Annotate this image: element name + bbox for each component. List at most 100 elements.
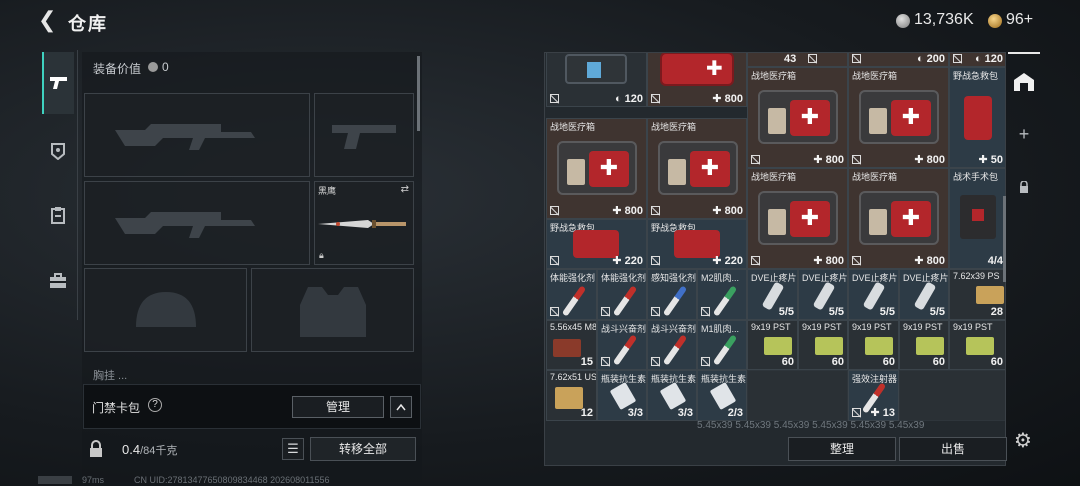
item-cell[interactable]: ◐ 120: [949, 53, 1005, 67]
item-cell[interactable]: 战地医疗箱 ✚ ✚ 800: [848, 67, 949, 168]
item-cell[interactable]: 9x19 PST 60: [798, 320, 848, 370]
knife-slot[interactable]: 黑鹰 ⇄ 🔒︎: [314, 181, 414, 265]
manage-button[interactable]: 管理: [292, 396, 384, 418]
next-row-labels: 5.45x39 5.45x39 5.45x39 5.45x39 5.45x39 …: [697, 420, 925, 431]
item-cell[interactable]: DVE止疼片 5/5: [747, 269, 798, 320]
currency-gold[interactable]: 96+: [1006, 11, 1033, 29]
no-insure-icon: [953, 54, 962, 63]
item-cell[interactable]: 体能强化剂: [546, 269, 597, 320]
item-cell[interactable]: 9x19 PST 60: [899, 320, 949, 370]
item-cell[interactable]: 战地医疗箱 ✚ ✚ 800: [546, 118, 647, 219]
medkit-window: [768, 108, 786, 134]
item-cell[interactable]: 瓶装抗生素 3/3: [597, 370, 647, 421]
item-count: 5/5: [879, 306, 895, 318]
no-insure-icon: [701, 357, 710, 366]
cross-icon: ✚: [700, 155, 720, 180]
item-cell[interactable]: 9x19 PST 60: [848, 320, 899, 370]
add-tab-icon[interactable]: +: [1008, 124, 1040, 145]
primary-weapon-slot[interactable]: [84, 93, 310, 177]
item-count: 15: [580, 356, 593, 368]
item-cell[interactable]: 7.62x39 PS 28: [949, 269, 1005, 320]
pistol-slot[interactable]: [314, 93, 414, 177]
item-cell[interactable]: 5.56x45 M855 15: [546, 320, 597, 370]
armor-slot[interactable]: [251, 268, 414, 352]
item-cell[interactable]: DVE止疼片 5/5: [798, 269, 848, 320]
item-cell[interactable]: 战地医疗箱 ✚ ✚ 800: [747, 67, 848, 168]
item-cell[interactable]: 战斗兴奋剂: [647, 320, 697, 370]
item-count: 3/3: [627, 407, 643, 419]
empty-cell[interactable]: [899, 370, 1005, 421]
item-count: 60: [781, 356, 794, 368]
item-count: 60: [990, 356, 1003, 368]
syringe-icon: [712, 334, 738, 366]
pistol-icon[interactable]: [42, 52, 74, 114]
medkit-icon: ✚: [859, 90, 939, 144]
list-icon[interactable]: ☰: [282, 438, 304, 460]
pill-bottle-icon: [709, 381, 737, 411]
sort-button[interactable]: 整理: [788, 437, 896, 461]
item-cell[interactable]: M2肌肉...: [697, 269, 747, 320]
no-insure-icon: [751, 155, 760, 164]
storage-tabs: +: [1008, 52, 1040, 466]
item-cell[interactable]: ◐ 120: [546, 53, 647, 107]
item-cell[interactable]: 战斗兴奋剂: [597, 320, 647, 370]
item-cell[interactable]: 瓶装抗生素 2/3: [697, 370, 747, 421]
item-cell[interactable]: 9x19 PST 60: [747, 320, 798, 370]
sell-button[interactable]: 出售: [899, 437, 1007, 461]
pill-bottle-icon: [659, 381, 687, 411]
no-insure-icon: [550, 307, 559, 316]
item-cell[interactable]: ✚ ✚ 800: [647, 53, 747, 107]
item-count: ✚ 800: [914, 154, 945, 166]
coin-silver-icon: [896, 14, 910, 28]
badge-icon[interactable]: [42, 120, 74, 182]
ping-readout: 97ms: [82, 475, 105, 485]
item-cell[interactable]: 感知强化剂: [647, 269, 697, 320]
item-cell[interactable]: 强效注射器 ✚ 13: [848, 370, 899, 421]
coin-silver-icon: [148, 62, 158, 72]
item-cell[interactable]: 体能强化剂: [597, 269, 647, 320]
item-cell[interactable]: 战地医疗箱 ✚ ✚ 800: [647, 118, 747, 219]
item-cell[interactable]: DVE止疼片 5/5: [899, 269, 949, 320]
help-icon[interactable]: ?: [148, 398, 162, 412]
item-cell[interactable]: 战地医疗箱 ✚ ✚ 800: [848, 168, 949, 269]
item-cell[interactable]: 野战急救包 ✚ 220: [647, 219, 747, 269]
collapse-button[interactable]: [390, 396, 412, 418]
medkit-window: [567, 159, 585, 185]
back-arrow-icon[interactable]: ❮: [38, 9, 60, 33]
ammo-box-icon: [764, 337, 792, 355]
item-cell[interactable]: M1肌肉...: [697, 320, 747, 370]
item-cell[interactable]: 战术手术包 4/4: [949, 168, 1005, 269]
clipboard-icon[interactable]: [42, 184, 74, 246]
item-cell[interactable]: 野战急救包 ✚ 50: [949, 67, 1005, 168]
transfer-all-button[interactable]: 转移全部: [310, 437, 416, 461]
swap-icon[interactable]: ⇄: [401, 184, 409, 195]
item-cell[interactable]: ◐ 200: [848, 53, 949, 67]
item-count: ✚ 800: [914, 255, 945, 267]
item-count: ◐ 120: [974, 53, 1003, 65]
surgical-kit-mark: [972, 209, 984, 221]
item-cell[interactable]: 战地医疗箱 ✚ ✚ 800: [747, 168, 848, 269]
medkit-icon: ✚: [758, 191, 838, 245]
ammo-box-icon: [555, 387, 583, 409]
item-cell[interactable]: 7.62x51 US 12: [546, 370, 597, 421]
warehouse-icon[interactable]: [1008, 52, 1040, 112]
cross-icon: ✚: [901, 205, 921, 230]
item-count-value: 50: [990, 154, 1003, 166]
secondary-weapon-slot[interactable]: [84, 181, 310, 265]
item-cell[interactable]: 9x19 PST 60: [949, 320, 1005, 370]
equipment-scrollbar[interactable]: [417, 56, 420, 131]
item-cell[interactable]: DVE止疼片 5/5: [848, 269, 899, 320]
cross-icon: ✚: [706, 58, 723, 80]
toolbox-icon[interactable]: [42, 250, 74, 312]
item-count-value: 800: [724, 93, 743, 105]
item-cell[interactable]: 野战急救包 ✚ 220: [546, 219, 647, 269]
empty-cell[interactable]: [747, 370, 848, 421]
helmet-slot[interactable]: [84, 268, 247, 352]
storage-scrollbar[interactable]: [1003, 196, 1006, 282]
item-cell[interactable]: 43: [747, 53, 848, 67]
item-cell[interactable]: 瓶装抗生素 3/3: [647, 370, 697, 421]
item-count: ✚ 800: [813, 255, 844, 267]
item-count: ◐ 200: [916, 53, 945, 65]
ammo-box-icon: [916, 337, 944, 355]
lock-icon[interactable]: [1008, 180, 1040, 198]
